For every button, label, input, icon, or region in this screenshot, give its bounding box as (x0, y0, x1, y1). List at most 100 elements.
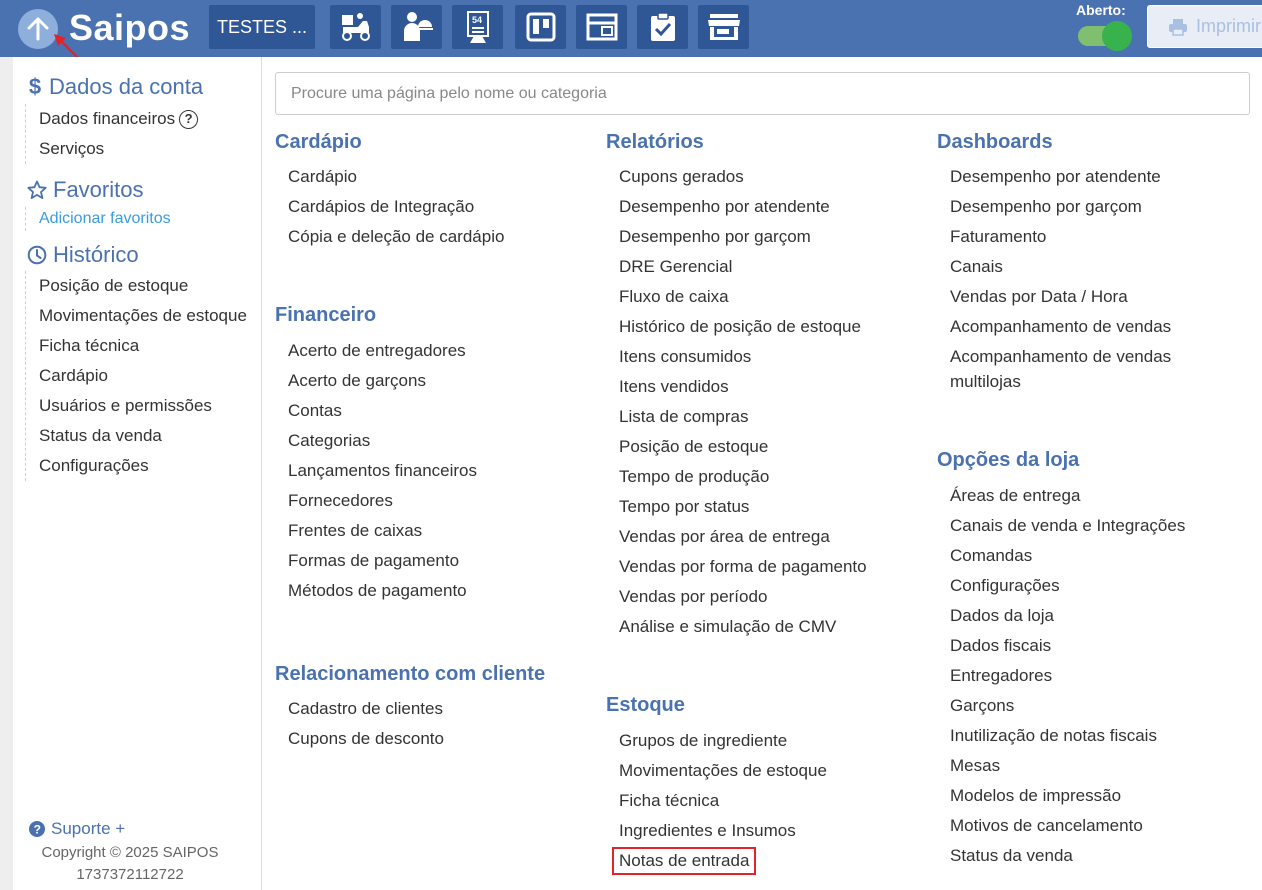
page-link[interactable]: Ingredientes e Insumos (619, 816, 827, 846)
store-icon (707, 14, 740, 40)
sidebar-item-stock-position[interactable]: Posição de estoque (39, 271, 247, 301)
page-link[interactable]: Movimentações de estoque (619, 756, 827, 786)
order-ticket-tool-button[interactable]: 54 (452, 5, 503, 49)
page-link[interactable]: Comandas (950, 541, 1185, 571)
sidebar-item-stock-movements[interactable]: Movimentações de estoque (39, 301, 247, 331)
page-link[interactable]: Histórico de posição de estoque (619, 312, 867, 342)
page-link[interactable]: Canais (950, 252, 1210, 282)
page-link-entry-invoices[interactable]: Notas de entrada (612, 846, 827, 876)
page-link[interactable]: Itens vendidos (619, 372, 867, 402)
page-link[interactable]: Fluxo de caixa (619, 282, 867, 312)
sidebar-section-title: Favoritos (53, 177, 144, 202)
page-link[interactable]: Motivos de cancelamento (950, 811, 1185, 841)
store-selector-button[interactable]: TESTES ... (209, 5, 315, 49)
checklist-icon (650, 12, 675, 41)
page-link[interactable]: DRE Gerencial (619, 252, 867, 282)
page-link[interactable]: Canais de venda e Integrações (950, 511, 1185, 541)
page-link[interactable]: Formas de pagamento (288, 546, 477, 576)
page-link[interactable]: Desempenho por garçom (950, 192, 1210, 222)
page-link[interactable]: Cardápios de Integração (288, 192, 504, 222)
store-tool-button[interactable] (698, 5, 749, 49)
page-link[interactable]: Cópia e deleção de cardápio (288, 222, 504, 252)
page-link[interactable]: Entregadores (950, 661, 1185, 691)
page-link[interactable]: Acerto de entregadores (288, 336, 477, 366)
sidebar-section-history[interactable]: Histórico (27, 242, 139, 268)
sidebar-item-sale-status[interactable]: Status da venda (39, 421, 247, 451)
page-link[interactable]: Análise e simulação de CMV (619, 612, 867, 642)
order-ticket-icon: 54 (466, 11, 489, 43)
page-link[interactable]: Modelos de impressão (950, 781, 1185, 811)
page-link[interactable]: Cupons gerados (619, 162, 867, 192)
category-list-dashboards: Desempenho por atendente Desempenho por … (950, 162, 1210, 397)
category-list-menu: Cardápio Cardápios de Integração Cópia e… (288, 162, 504, 252)
page-link[interactable]: Frentes de caixas (288, 516, 477, 546)
page-link[interactable]: Cardápio (288, 162, 504, 192)
page-link[interactable]: Tempo de produção (619, 462, 867, 492)
sidebar-item-users-permissions[interactable]: Usuários e permissões (39, 391, 247, 421)
waiter-tool-button[interactable] (391, 5, 442, 49)
support-link[interactable]: ? Suporte + (29, 819, 125, 839)
page-search-input[interactable] (275, 72, 1250, 115)
page-link[interactable]: Ficha técnica (619, 786, 827, 816)
top-bar: Saipos TESTES ... 54 Aberto: Imprimir (0, 0, 1262, 57)
page-link[interactable]: Acerto de garçons (288, 366, 477, 396)
support-label: Suporte + (51, 819, 126, 838)
sidebar-item-technical-sheet[interactable]: Ficha técnica (39, 331, 247, 361)
page-link[interactable]: Lista de compras (619, 402, 867, 432)
sidebar-section-title: Dados da conta (49, 74, 204, 99)
page-link[interactable]: Inutilização de notas fiscais (950, 721, 1185, 751)
page-link[interactable]: Categorias (288, 426, 477, 456)
page-link[interactable]: Lançamentos financeiros (288, 456, 477, 486)
page-link[interactable]: Desempenho por atendente (619, 192, 867, 222)
page-link[interactable]: Vendas por período (619, 582, 867, 612)
category-title-menu: Cardápio (275, 131, 362, 153)
checklist-tool-button[interactable] (637, 5, 688, 49)
delivery-tool-button[interactable] (330, 5, 381, 49)
sidebar-item-settings[interactable]: Configurações (39, 451, 247, 481)
page-link[interactable]: Vendas por área de entrega (619, 522, 867, 552)
kiosk-tool-button[interactable] (576, 5, 627, 49)
page-link[interactable]: Contas (288, 396, 477, 426)
page-link[interactable]: Cupons de desconto (288, 724, 444, 754)
help-icon[interactable]: ? (179, 109, 199, 129)
page-link[interactable]: Vendas por forma de pagamento (619, 552, 867, 582)
clock-icon (27, 245, 47, 265)
sidebar-item-menu[interactable]: Cardápio (39, 361, 247, 391)
page-link[interactable]: Grupos de ingrediente (619, 726, 827, 756)
page-link[interactable]: Dados da loja (950, 601, 1185, 631)
board-tool-button[interactable] (515, 5, 566, 49)
page-link[interactable]: Tempo por status (619, 492, 867, 522)
add-favorites-link[interactable]: Adicionar favoritos (39, 207, 171, 231)
store-open-label: Aberto: (1076, 2, 1126, 18)
page-link[interactable]: Itens consumidos (619, 342, 867, 372)
sidebar: $ Dados da conta Dados financeiros ? Ser… (13, 57, 262, 890)
page-link[interactable]: Vendas por Data / Hora (950, 282, 1210, 312)
page-link[interactable]: Dados fiscais (950, 631, 1185, 661)
toggle-knob (1102, 21, 1132, 51)
sidebar-section-account[interactable]: $ Dados da conta (27, 74, 203, 100)
page-link[interactable]: Garçons (950, 691, 1185, 721)
sidebar-section-title: Histórico (53, 242, 139, 267)
sidebar-item-label: Serviços (39, 139, 105, 158)
page-link[interactable]: Fornecedores (288, 486, 477, 516)
sidebar-item-financial-data[interactable]: Dados financeiros ? (39, 104, 199, 134)
page-link[interactable]: Métodos de pagamento (288, 576, 477, 606)
page-link[interactable]: Desempenho por garçom (619, 222, 867, 252)
store-open-toggle[interactable] (1076, 21, 1132, 51)
page-link[interactable]: Configurações (950, 571, 1185, 601)
page-link[interactable]: Acompanhamento de vendas multilojas (950, 342, 1210, 397)
page-link[interactable]: Mesas (950, 751, 1185, 781)
page-link[interactable]: Acompanhamento de vendas (950, 312, 1210, 342)
page-link[interactable]: Status da venda (950, 841, 1185, 871)
sidebar-account-list: Dados financeiros ? Serviços (25, 104, 199, 164)
sidebar-item-services[interactable]: Serviços (39, 134, 198, 164)
page-link[interactable]: Faturamento (950, 222, 1210, 252)
svg-text:54: 54 (472, 15, 482, 25)
page-link[interactable]: Cadastro de clientes (288, 694, 444, 724)
sidebar-section-favorites[interactable]: Favoritos (27, 177, 143, 203)
page-link[interactable]: Posição de estoque (619, 432, 867, 462)
print-button[interactable]: Imprimir (1147, 5, 1262, 48)
page-link[interactable]: Desempenho por atendente (950, 162, 1210, 192)
page-link[interactable]: Áreas de entrega (950, 481, 1185, 511)
highlight-box[interactable]: Notas de entrada (612, 847, 757, 875)
